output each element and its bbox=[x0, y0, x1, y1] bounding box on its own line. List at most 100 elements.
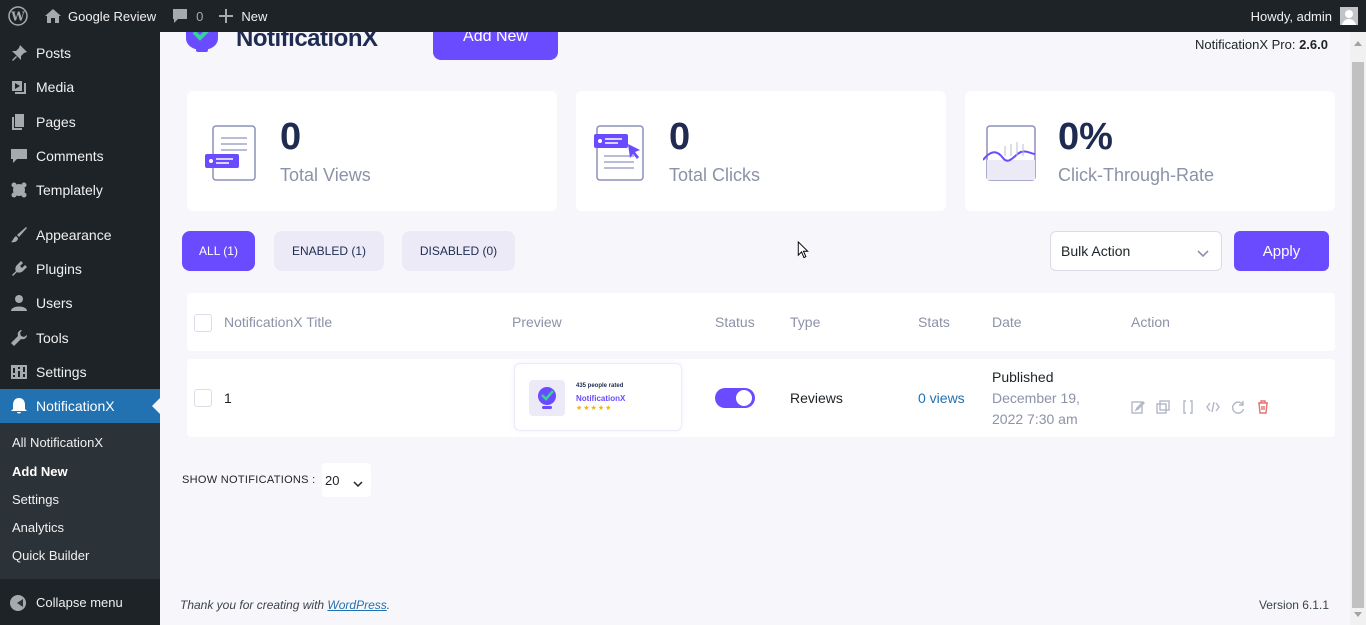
row-actions bbox=[1130, 399, 1280, 415]
sidebar-item-notificationx[interactable]: NotificationX bbox=[0, 388, 160, 424]
status-toggle[interactable] bbox=[715, 388, 755, 408]
submenu-item-all-notificationx[interactable]: All NotificationX bbox=[0, 429, 160, 457]
pro-version-value: 2.6.0 bbox=[1299, 37, 1328, 52]
column-header-type: Type bbox=[790, 314, 821, 330]
sidebar-item-comments[interactable]: Comments bbox=[0, 139, 160, 173]
home-icon bbox=[45, 9, 61, 23]
scroll-down-arrow-icon[interactable] bbox=[1354, 612, 1362, 621]
sidebar-item-templately[interactable]: Templately bbox=[0, 173, 160, 207]
total-views-value: 0 bbox=[280, 116, 302, 158]
table-row: 1 435 people rated NotificationX ★★★★★ R… bbox=[187, 359, 1335, 437]
comments-link[interactable]: 0 bbox=[164, 0, 211, 32]
filter-disabled-button[interactable]: DISABLED (0) bbox=[402, 231, 515, 271]
notificationx-logo-icon bbox=[182, 32, 222, 54]
collapse-icon bbox=[10, 594, 26, 611]
comment-icon bbox=[10, 147, 28, 165]
show-notifications-select[interactable]: 20 bbox=[322, 463, 371, 497]
templately-icon bbox=[10, 181, 28, 199]
row-checkbox[interactable] bbox=[194, 389, 212, 407]
column-header-stats: Stats bbox=[918, 314, 950, 330]
scroll-up-arrow-icon[interactable] bbox=[1354, 37, 1362, 46]
sidebar-item-settings[interactable]: Settings bbox=[0, 355, 160, 389]
new-content-link[interactable]: New bbox=[211, 0, 275, 32]
footer-thanks-suffix: . bbox=[386, 598, 391, 612]
sidebar-item-pages[interactable]: Pages bbox=[0, 105, 160, 139]
admin-sidebar: Posts Media Pages Comments Templately Ap… bbox=[0, 32, 160, 625]
filter-enabled-button[interactable]: ENABLED (1) bbox=[274, 231, 384, 271]
media-icon bbox=[10, 78, 28, 96]
admin-bar: W Google Review 0 New Howdy, admin bbox=[0, 0, 1366, 32]
apply-button[interactable]: Apply bbox=[1234, 231, 1329, 271]
pro-version: NotificationX Pro: 2.6.0 bbox=[1195, 37, 1328, 52]
duplicate-icon[interactable] bbox=[1155, 399, 1171, 415]
shortcode-icon[interactable] bbox=[1180, 399, 1196, 415]
notificationx-icon bbox=[10, 397, 28, 415]
howdy-user-link[interactable]: Howdy, admin bbox=[1251, 9, 1332, 24]
preview-text-line2: NotificationX bbox=[576, 394, 626, 403]
plugin-icon bbox=[10, 260, 28, 278]
sidebar-item-plugins[interactable]: Plugins bbox=[0, 252, 160, 286]
sidebar-item-appearance[interactable]: Appearance bbox=[0, 217, 160, 251]
sidebar-item-users[interactable]: Users bbox=[0, 286, 160, 320]
total-views-label: Total Views bbox=[280, 165, 371, 185]
column-header-status: Status bbox=[715, 314, 755, 330]
show-notifications-value: 20 bbox=[325, 472, 340, 488]
sidebar-item-label: Plugins bbox=[36, 260, 82, 277]
code-icon[interactable] bbox=[1205, 399, 1221, 415]
ctr-chart-icon bbox=[982, 124, 1039, 184]
select-all-checkbox[interactable] bbox=[194, 314, 212, 332]
filter-all-button[interactable]: ALL (1) bbox=[182, 231, 255, 271]
submenu-item-settings[interactable]: Settings bbox=[0, 486, 160, 514]
stat-card-total-views: 0 Total Views bbox=[187, 91, 557, 211]
delete-icon[interactable] bbox=[1255, 399, 1271, 415]
column-header-title[interactable]: NotificationX Title bbox=[224, 314, 332, 330]
sidebar-item-label: Posts bbox=[36, 45, 72, 62]
mouse-cursor-icon bbox=[797, 241, 809, 259]
ctr-value: 0% bbox=[1058, 116, 1113, 158]
add-new-button[interactable]: Add New bbox=[433, 32, 558, 60]
page-scrollbar[interactable] bbox=[1350, 32, 1366, 625]
column-header-date[interactable]: Date bbox=[992, 314, 1022, 330]
sidebar-item-tools[interactable]: Tools bbox=[0, 320, 160, 354]
preview-stars: ★★★★★ bbox=[576, 405, 613, 412]
sidebar-item-label: Media bbox=[36, 79, 75, 96]
wordpress-logo-icon[interactable]: W bbox=[0, 0, 36, 32]
collapse-menu-button[interactable]: Collapse menu bbox=[0, 585, 160, 621]
pin-icon bbox=[10, 44, 28, 62]
user-icon bbox=[10, 294, 28, 312]
site-name-link[interactable]: Google Review bbox=[36, 0, 164, 32]
sidebar-item-label: Settings bbox=[36, 363, 87, 380]
submenu-item-analytics[interactable]: Analytics bbox=[0, 514, 160, 542]
row-stats-link[interactable]: 0 views bbox=[918, 390, 965, 406]
sidebar-item-label: Appearance bbox=[36, 226, 112, 243]
avatar[interactable] bbox=[1340, 7, 1358, 25]
site-name: Google Review bbox=[68, 8, 157, 24]
scrollbar-thumb[interactable] bbox=[1352, 62, 1364, 608]
notification-preview[interactable]: 435 people rated NotificationX ★★★★★ bbox=[514, 363, 682, 431]
show-notifications-label: SHOW NOTIFICATIONS : bbox=[182, 474, 316, 486]
collapse-label: Collapse menu bbox=[36, 595, 123, 611]
regenerate-icon[interactable] bbox=[1230, 399, 1246, 415]
footer-version: Version 6.1.1 bbox=[1258, 598, 1329, 612]
chevron-down-icon bbox=[1197, 245, 1209, 261]
sidebar-item-label: Users bbox=[36, 295, 73, 312]
footer-thanks: Thank you for creating with WordPress. bbox=[180, 598, 390, 612]
row-type: Reviews bbox=[790, 390, 843, 406]
submenu-item-add-new[interactable]: Add New bbox=[0, 458, 160, 486]
column-header-preview: Preview bbox=[512, 314, 562, 330]
sidebar-item-media[interactable]: Media bbox=[0, 70, 160, 104]
stat-card-total-clicks: 0 Total Clicks bbox=[576, 91, 946, 211]
sidebar-item-label: Comments bbox=[36, 148, 104, 165]
comment-icon bbox=[173, 9, 188, 23]
notificationx-submenu: All NotificationX Add New Settings Analy… bbox=[0, 423, 160, 579]
submenu-item-quick-builder[interactable]: Quick Builder bbox=[0, 542, 160, 570]
wordpress-link[interactable]: WordPress bbox=[327, 598, 386, 612]
row-date-line1: December 19, bbox=[992, 390, 1080, 406]
main-content: NotificationX Add New NotificationX Pro:… bbox=[160, 32, 1350, 625]
sidebar-item-label: NotificationX bbox=[36, 398, 115, 415]
row-title-link[interactable]: 1 bbox=[224, 390, 232, 406]
clicks-icon bbox=[594, 124, 650, 184]
sidebar-item-posts[interactable]: Posts bbox=[0, 36, 160, 70]
bulk-action-select[interactable]: Bulk Action bbox=[1050, 231, 1222, 271]
edit-icon[interactable] bbox=[1130, 399, 1146, 415]
